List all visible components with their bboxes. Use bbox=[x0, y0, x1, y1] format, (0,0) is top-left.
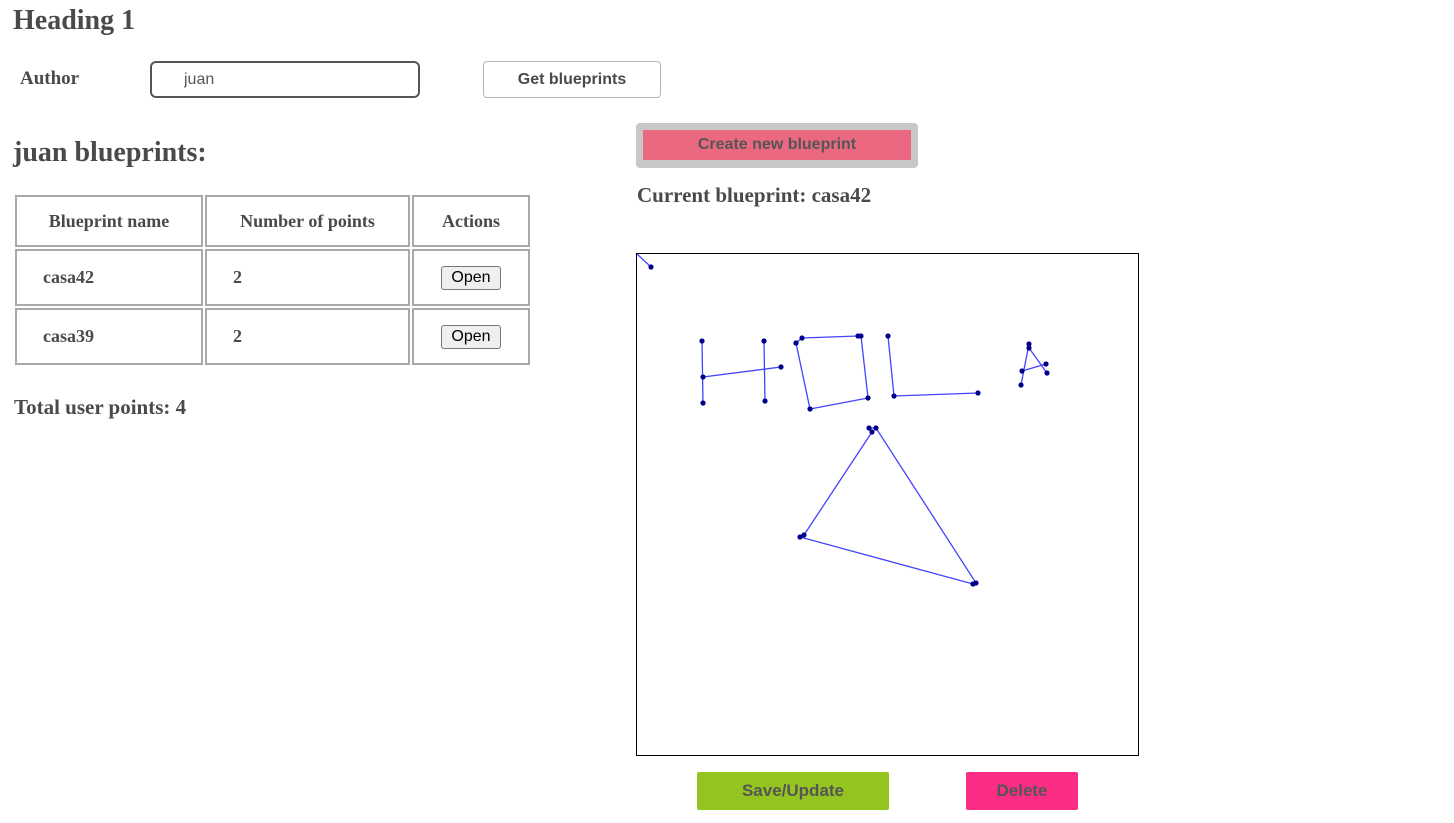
blueprint-points-cell: 2 bbox=[205, 308, 410, 365]
drawing-point bbox=[865, 395, 871, 401]
drawing-point bbox=[799, 335, 805, 341]
get-blueprints-button[interactable]: Get blueprints bbox=[483, 61, 661, 98]
drawing-stroke bbox=[795, 335, 869, 410]
drawing-stroke bbox=[701, 340, 704, 404]
blueprint-points-cell: 2 bbox=[205, 249, 410, 306]
table-header-row: Blueprint name Number of points Actions bbox=[15, 195, 530, 247]
create-button-frame: Create new blueprint bbox=[636, 123, 918, 168]
blueprint-drawing bbox=[637, 254, 1050, 587]
drawing-stroke bbox=[798, 427, 978, 585]
open-blueprint-button[interactable]: Open bbox=[441, 324, 501, 349]
page: Heading 1 Author Get blueprints juan blu… bbox=[0, 0, 1454, 823]
drawing-point bbox=[648, 264, 654, 270]
drawing-point bbox=[778, 364, 784, 370]
actions-cell: Open bbox=[412, 249, 530, 306]
open-blueprint-button[interactable]: Open bbox=[441, 265, 501, 290]
author-label: Author bbox=[20, 68, 80, 89]
column-header-points: Number of points bbox=[205, 195, 410, 247]
drawing-point bbox=[801, 532, 807, 538]
drawing-point bbox=[1026, 345, 1032, 351]
create-blueprint-button[interactable]: Create new blueprint bbox=[643, 130, 911, 160]
column-header-actions: Actions bbox=[412, 195, 530, 247]
total-user-points: Total user points: 4 bbox=[14, 395, 187, 419]
blueprints-title: juan blueprints: bbox=[13, 137, 207, 168]
drawing-stroke bbox=[1028, 347, 1048, 374]
drawing-point bbox=[1044, 370, 1050, 376]
blueprint-canvas[interactable] bbox=[636, 253, 1139, 756]
drawing-point bbox=[762, 398, 768, 404]
drawing-point bbox=[1018, 382, 1024, 388]
blueprint-name-cell: casa42 bbox=[15, 249, 203, 306]
drawing-point bbox=[1019, 368, 1025, 374]
blueprints-table: Blueprint name Number of points Actions … bbox=[13, 193, 532, 367]
drawing-stroke bbox=[637, 254, 652, 268]
table-row: casa42 2 Open bbox=[15, 249, 530, 306]
page-heading: Heading 1 bbox=[13, 5, 136, 36]
save-update-button[interactable]: Save/Update bbox=[697, 772, 889, 810]
drawing-point bbox=[700, 400, 706, 406]
drawing-point bbox=[970, 581, 976, 587]
drawing-point bbox=[761, 338, 767, 344]
drawing-point bbox=[858, 333, 864, 339]
table-row: casa39 2 Open bbox=[15, 308, 530, 365]
drawing-stroke bbox=[763, 340, 766, 402]
drawing-point bbox=[700, 374, 706, 380]
drawing-point bbox=[891, 393, 897, 399]
author-input[interactable] bbox=[150, 61, 420, 98]
blueprint-name-cell: casa39 bbox=[15, 308, 203, 365]
drawing-point bbox=[885, 333, 891, 339]
actions-cell: Open bbox=[412, 308, 530, 365]
drawing-point bbox=[873, 425, 879, 431]
drawing-point bbox=[807, 406, 813, 412]
drawing-point bbox=[1043, 361, 1049, 367]
drawing-point bbox=[793, 340, 799, 346]
drawing-point bbox=[869, 429, 875, 435]
drawing-stroke bbox=[887, 335, 979, 397]
column-header-name: Blueprint name bbox=[15, 195, 203, 247]
delete-button[interactable]: Delete bbox=[966, 772, 1078, 810]
current-blueprint-label: Current blueprint: casa42 bbox=[637, 183, 872, 207]
drawing-point bbox=[699, 338, 705, 344]
drawing-stroke bbox=[702, 366, 782, 378]
drawing-point bbox=[975, 390, 981, 396]
